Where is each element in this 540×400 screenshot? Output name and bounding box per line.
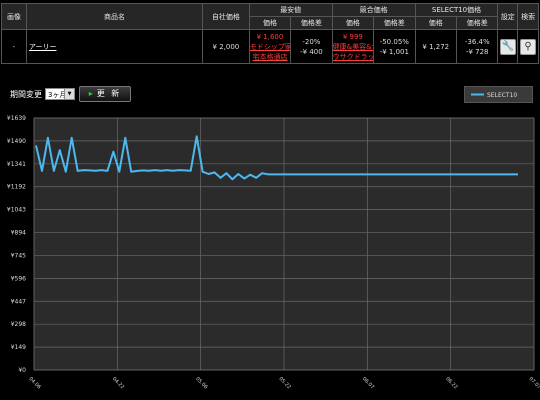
lowest-diff-amt: -¥ 400 xyxy=(300,47,323,56)
cell-product-name: アーリー xyxy=(25,29,204,64)
lowest-price-value: ¥ 1,600 xyxy=(256,32,284,41)
product-price-table: 画像 商品名 自社価格 最安値 競合価格 SELECT10価格 設定 検索 価格… xyxy=(1,3,539,64)
y-tick-label: ¥745 xyxy=(11,252,26,259)
x-tick-label: 07.07 xyxy=(528,376,540,390)
lowest-diff-pct: -20% xyxy=(302,37,321,46)
select10-diff-amt: -¥ 728 xyxy=(465,47,489,56)
cell-image: - xyxy=(1,29,27,64)
competitor-shop-link-2[interactable]: ウサクドラッグ xyxy=(333,52,372,62)
magnifier-icon[interactable]: ⚲ xyxy=(520,38,537,55)
competitor-diff-amt: -¥ 1,001 xyxy=(379,47,409,56)
header-search: 検索 xyxy=(517,3,539,30)
x-tick-label: 05.22 xyxy=(278,376,292,390)
lowest-shop-link-2[interactable]: 宅本格通店 xyxy=(250,52,289,62)
chevron-down-icon: ▼ xyxy=(64,89,74,99)
cell-competitor-diff: -50.05% -¥ 1,001 xyxy=(373,29,416,64)
y-tick-label: ¥1490 xyxy=(7,138,26,145)
cell-own-price: ¥ 2,000 xyxy=(202,29,250,64)
y-tick-label: ¥0 xyxy=(18,367,26,374)
header-image: 画像 xyxy=(1,3,27,30)
y-tick-label: ¥1043 xyxy=(7,207,26,214)
x-tick-label: 06.22 xyxy=(444,376,458,390)
lowest-shop-link[interactable]: モドシップ家 xyxy=(250,42,289,52)
subheader-price: 価格 xyxy=(248,16,292,30)
price-history-chart: ¥1639 ¥1490 ¥1341 ¥1192 ¥1043 ¥894 ¥745 ¥596 ¥44… xyxy=(7,115,540,390)
select10-diff-pct: -36.4% xyxy=(464,37,490,46)
wrench-icon[interactable]: 🔧 xyxy=(499,38,516,55)
y-tick-label: ¥1192 xyxy=(7,184,26,191)
product-name-link[interactable]: アーリー xyxy=(29,43,57,51)
cell-lowest-price: ¥ 1,600 モドシップ家 宅本格通店 xyxy=(248,29,292,64)
y-tick-label: ¥447 xyxy=(11,298,26,305)
table-row: - アーリー ¥ 2,000 ¥ 1,600 モドシップ家 宅本格通店 -20%… xyxy=(1,29,539,64)
y-tick-label: ¥1341 xyxy=(7,161,26,168)
subheader-price-diff: 価格差 xyxy=(373,16,416,30)
cell-select10-diff: -36.4% -¥ 728 xyxy=(455,29,499,64)
cell-settings: 🔧 xyxy=(497,29,519,64)
y-tick-label: ¥1639 xyxy=(7,115,26,122)
y-tick-label: ¥149 xyxy=(11,344,26,351)
header-competitor-price: 競合価格 xyxy=(331,3,416,17)
period-label: 期間変更 xyxy=(10,89,42,99)
cell-lowest-diff: -20% -¥ 400 xyxy=(290,29,333,64)
subheader-price-diff: 価格差 xyxy=(290,16,333,30)
update-button[interactable]: ▸ 更 新 xyxy=(79,86,131,102)
header-lowest-price: 最安値 xyxy=(248,3,333,17)
x-tick-label: 04.22 xyxy=(111,376,125,390)
legend-label: SELECT10 xyxy=(487,92,517,99)
competitor-shop-link[interactable]: 健康&美容&サ xyxy=(333,42,372,52)
cell-competitor-price: ¥ 999 健康&美容&サ ウサクドラッグ xyxy=(331,29,375,64)
competitor-diff-pct: -50.05% xyxy=(379,37,409,46)
subheader-price-diff: 価格差 xyxy=(455,16,499,30)
y-tick-label: ¥596 xyxy=(11,275,26,282)
header-own-price: 自社価格 xyxy=(202,3,250,30)
y-tick-label: ¥894 xyxy=(11,230,26,237)
cell-search: ⚲ xyxy=(517,29,539,64)
subheader-price: 価格 xyxy=(414,16,458,30)
chart-legend: SELECT10 xyxy=(464,86,533,103)
subheader-price: 価格 xyxy=(331,16,375,30)
x-tick-label: 06.07 xyxy=(361,376,375,390)
play-icon: ▸ xyxy=(88,89,95,98)
period-select[interactable]: 3ヶ月 ▼ xyxy=(45,88,75,100)
y-tick-label: ¥298 xyxy=(11,321,26,328)
x-tick-label: 04.06 xyxy=(28,376,42,390)
header-select10-price: SELECT10価格 xyxy=(414,3,499,17)
competitor-price-value: ¥ 999 xyxy=(342,32,363,41)
cell-select10-price: ¥ 1,272 xyxy=(414,29,458,64)
header-settings: 設定 xyxy=(497,3,519,30)
period-controls: 期間変更 3ヶ月 ▼ ▸ 更 新 xyxy=(10,86,131,102)
update-button-label: 更 新 xyxy=(96,89,122,98)
header-product-name: 商品名 xyxy=(25,3,204,30)
x-tick-label: 05.06 xyxy=(194,376,208,390)
